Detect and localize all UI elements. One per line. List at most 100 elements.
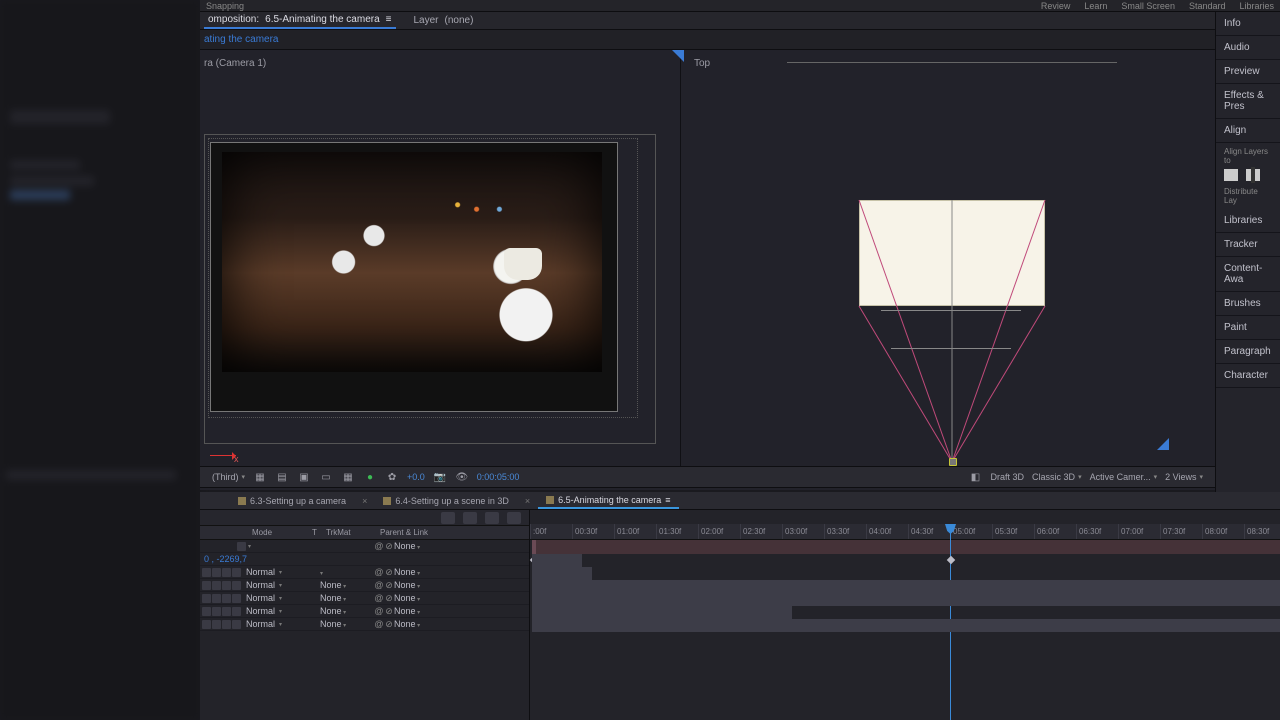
parent-value[interactable]: None [394,541,420,551]
draft3d-label[interactable]: Draft 3D [991,472,1025,482]
panel-audio[interactable]: Audio [1216,36,1280,60]
timeline-row-3[interactable]: Normal None @ ⊘ None [200,605,529,618]
col-t[interactable]: T [306,528,320,537]
keyframe-icon[interactable] [947,556,955,564]
layer-bar[interactable] [532,554,582,567]
row2-mode[interactable]: Normal [246,593,275,603]
pickwhip-icon[interactable]: @ [374,606,384,616]
tl-btn-2[interactable] [463,512,477,524]
row1-mode[interactable]: Normal [246,580,275,590]
tab-close-icon[interactable]: × [362,496,367,506]
3d-layer-icon[interactable] [232,568,241,577]
panel-info[interactable]: Info [1216,12,1280,36]
row0-trk[interactable] [320,567,323,577]
timeline-track-area[interactable]: :00f00:30f01:00f01:30f02:00f02:30f03:00f… [530,510,1280,720]
timeline-tab-2[interactable]: 6.5-Animating the camera ≡ [538,492,678,509]
row4-mode[interactable]: Normal [246,619,275,629]
parent-link-icon[interactable]: ⊘ [384,580,394,591]
row0-mode[interactable]: Normal [246,567,275,577]
align-left-icon[interactable] [1224,169,1238,181]
row3-mode[interactable]: Normal [246,606,275,616]
mask-icon[interactable]: ▣ [297,470,311,484]
layer-bar[interactable] [532,567,592,580]
current-time-display[interactable]: 0:00:05:00 [477,472,520,482]
views-layout-dropdown[interactable]: 2 Views [1165,472,1203,482]
row0-parent[interactable]: None [394,567,420,577]
col-parentlink[interactable]: Parent & Link [374,528,454,537]
timeline-row-0[interactable]: Normal @ ⊘ None [200,566,529,579]
parent-link-icon[interactable]: ⊘ [384,593,394,604]
panel-paragraph[interactable]: Paragraph [1216,340,1280,364]
layer-bar[interactable] [532,580,1280,593]
panel-preview[interactable]: Preview [1216,60,1280,84]
layer-bar[interactable] [532,606,792,619]
row3-parent[interactable]: None [394,606,420,616]
panel-brushes[interactable]: Brushes [1216,292,1280,316]
pickwhip-icon[interactable]: @ [374,567,384,577]
timeline-tab-0[interactable]: 6.3-Setting up a camera [230,492,354,509]
show-snapshot-icon[interactable]: 👁 [455,470,469,484]
workspace-learn[interactable]: Learn [1084,1,1107,11]
position-readout[interactable]: 0 , -2269,7 [200,554,247,564]
layer-tab[interactable]: Layer (none) [410,12,478,29]
pickwhip-icon[interactable]: @ [374,541,384,551]
workspace-small[interactable]: Small Screen [1121,1,1175,11]
col-trkmat[interactable]: TrkMat [320,528,374,537]
timeline-row-2[interactable]: Normal None @ ⊘ None [200,592,529,605]
shy-toggle-icon[interactable] [237,542,246,551]
time-ruler[interactable]: :00f00:30f01:00f01:30f02:00f02:30f03:00f… [530,524,1280,540]
workspace-standard[interactable]: Standard [1189,1,1226,11]
3d-layer-icon[interactable] [232,594,241,603]
timeline-row-selected[interactable]: 0 , -2269,7 [200,553,529,566]
3d-layer-icon[interactable] [232,620,241,629]
row2-parent[interactable]: None [394,593,420,603]
transparency-icon[interactable]: ▦ [341,470,355,484]
snap-toggle[interactable]: Snapping [206,1,244,11]
row4-parent[interactable]: None [394,619,420,629]
top-view[interactable] [681,74,1215,474]
tab-menu-icon[interactable]: ≡ [386,14,392,25]
magnification-dropdown[interactable]: (Third) [212,472,245,482]
camera-view[interactable]: x [200,74,680,474]
composition-tab[interactable]: omposition: 6.5-Animating the camera ≡ [204,12,396,29]
row2-trk[interactable]: None [320,593,346,603]
parent-link-icon[interactable]: ⊘ [384,619,394,630]
panel-libraries[interactable]: Libraries [1216,209,1280,233]
channel-icon[interactable]: ● [363,470,377,484]
pickwhip-icon[interactable]: @ [374,619,384,629]
timeline-tab-1[interactable]: 6.4-Setting up a scene in 3D [375,492,517,509]
timeline-row-shy[interactable]: @ ⊘ None [200,540,529,553]
panel-tracker[interactable]: Tracker [1216,233,1280,257]
layer-bar[interactable] [532,619,1280,632]
layer-bar[interactable] [532,593,1280,606]
exposure-value[interactable]: +0.0 [407,472,425,482]
panel-contentaware[interactable]: Content-Awa [1216,257,1280,292]
tab-menu-icon[interactable]: ≡ [665,495,670,505]
region-icon[interactable]: ▭ [319,470,333,484]
snapshot-icon[interactable]: 📷 [433,470,447,484]
tl-btn-3[interactable] [485,512,499,524]
active-camera-dropdown[interactable]: Active Camer... [1090,472,1158,482]
work-area-bar[interactable] [532,540,1280,554]
guides-icon[interactable]: ▤ [275,470,289,484]
panel-character[interactable]: Character [1216,364,1280,388]
row1-trk[interactable]: None [320,580,346,590]
panel-align[interactable]: Align [1216,119,1280,143]
tl-btn-1[interactable] [441,512,455,524]
row3-trk[interactable]: None [320,606,346,616]
reset-exposure-icon[interactable]: ✿ [385,470,399,484]
row4-trk[interactable]: None [320,619,346,629]
renderer-dropdown[interactable]: Classic 3D [1032,472,1082,482]
camera-position-marker[interactable] [949,458,957,466]
timeline-row-4[interactable]: Normal None @ ⊘ None [200,618,529,631]
draft3d-icon[interactable]: ◧ [969,470,983,484]
col-mode[interactable]: Mode [246,528,306,537]
panel-paint[interactable]: Paint [1216,316,1280,340]
workspace-libraries[interactable]: Libraries [1239,1,1274,11]
parent-link-icon[interactable]: ⊘ [384,567,394,578]
parent-link-icon[interactable]: ⊘ [384,606,394,617]
workspace-review[interactable]: Review [1041,1,1071,11]
panel-effects[interactable]: Effects & Pres [1216,84,1280,119]
pickwhip-icon[interactable]: @ [374,580,384,590]
timeline-row-1[interactable]: Normal None @ ⊘ None [200,579,529,592]
